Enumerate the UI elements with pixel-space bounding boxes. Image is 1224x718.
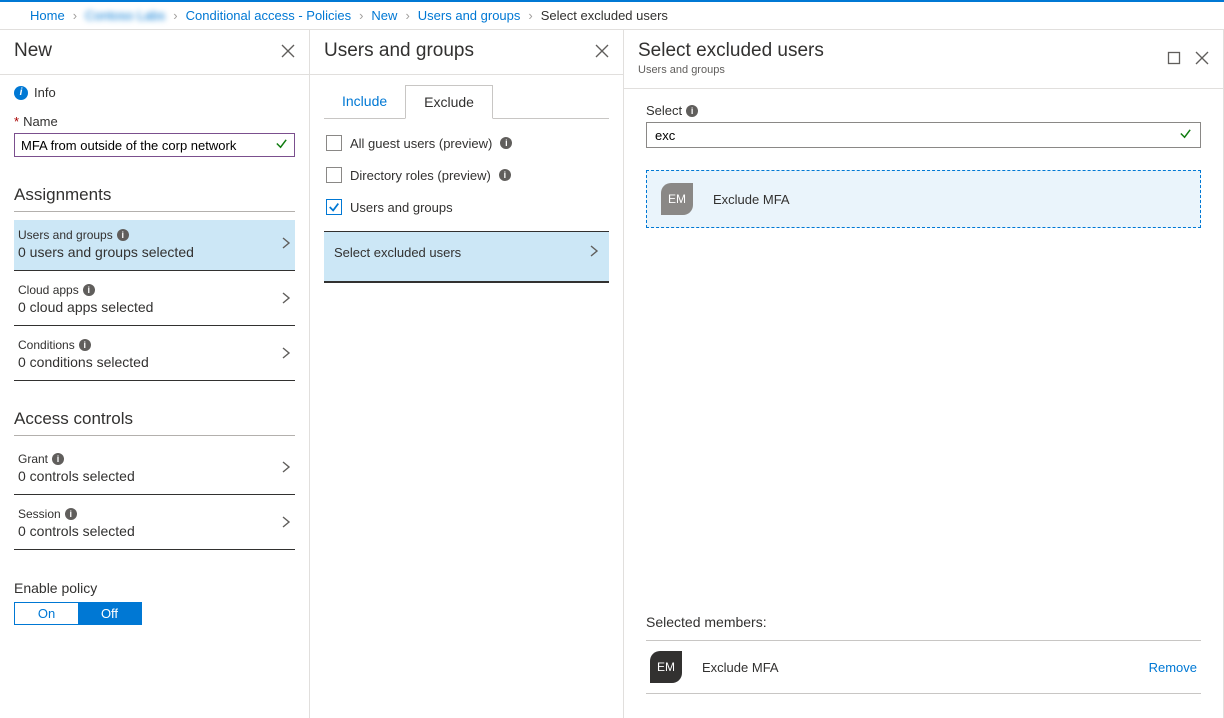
search-box[interactable] bbox=[646, 122, 1201, 148]
select-bar-label: Select excluded users bbox=[334, 245, 461, 260]
blade-users-groups: Users and groups Include Exclude All gue… bbox=[310, 30, 624, 718]
assignment-label: Cloud apps bbox=[18, 283, 79, 297]
checkbox-row-roles[interactable]: Directory roles (preview) i bbox=[324, 159, 609, 191]
tab-include[interactable]: Include bbox=[324, 85, 405, 118]
info-tooltip-icon[interactable]: i bbox=[500, 137, 512, 149]
section-access-controls: Access controls bbox=[14, 409, 295, 436]
name-label: * Name bbox=[14, 114, 295, 129]
result-name: Exclude MFA bbox=[713, 192, 790, 207]
policy-name-input[interactable] bbox=[21, 138, 275, 153]
checkbox-label: Directory roles (preview) bbox=[350, 168, 491, 183]
access-label: Grant bbox=[18, 452, 48, 466]
assignment-label: Conditions bbox=[18, 338, 75, 352]
assignment-users-groups[interactable]: Users and groups i 0 users and groups se… bbox=[14, 220, 295, 271]
checkbox-row-users-groups[interactable]: Users and groups bbox=[324, 191, 609, 223]
blade-title-select-excluded: Select excluded users bbox=[638, 40, 824, 62]
maximize-icon[interactable] bbox=[1167, 51, 1181, 65]
selected-member-row: EM Exclude MFA Remove bbox=[646, 640, 1201, 694]
chevron-right-icon bbox=[281, 515, 291, 532]
breadcrumb-org[interactable]: Contoso Labs bbox=[85, 8, 165, 23]
breadcrumb-sep: › bbox=[73, 8, 77, 23]
breadcrumb-sep: › bbox=[359, 8, 363, 23]
info-tooltip-icon[interactable]: i bbox=[686, 105, 698, 117]
breadcrumb-new[interactable]: New bbox=[371, 8, 397, 23]
tab-exclude[interactable]: Exclude bbox=[405, 85, 493, 119]
breadcrumb-users-groups[interactable]: Users and groups bbox=[418, 8, 521, 23]
blade-select-excluded: Select excluded users Users and groups S… bbox=[624, 30, 1224, 718]
breadcrumb-sep: › bbox=[173, 8, 177, 23]
toggle-off[interactable]: Off bbox=[78, 603, 141, 624]
breadcrumb-conditional-access[interactable]: Conditional access - Policies bbox=[186, 8, 351, 23]
info-tooltip-icon[interactable]: i bbox=[79, 339, 91, 351]
checkbox-label: All guest users (preview) bbox=[350, 136, 492, 151]
info-row[interactable]: i Info bbox=[14, 85, 295, 100]
info-tooltip-icon[interactable]: i bbox=[117, 229, 129, 241]
checkbox-row-guests[interactable]: All guest users (preview) i bbox=[324, 127, 609, 159]
remove-link[interactable]: Remove bbox=[1149, 660, 1197, 675]
info-tooltip-icon[interactable]: i bbox=[65, 508, 77, 520]
assignment-value: 0 conditions selected bbox=[18, 354, 149, 370]
blade-title-new: New bbox=[14, 40, 52, 62]
assignment-value: 0 cloud apps selected bbox=[18, 299, 153, 315]
toggle-on[interactable]: On bbox=[15, 603, 78, 624]
access-grant[interactable]: Grant i 0 controls selected bbox=[14, 444, 295, 495]
name-input-wrap[interactable] bbox=[14, 133, 295, 157]
required-star-icon: * bbox=[14, 114, 19, 129]
assignment-value: 0 users and groups selected bbox=[18, 244, 194, 260]
assignment-cloud-apps[interactable]: Cloud apps i 0 cloud apps selected bbox=[14, 275, 295, 326]
access-value: 0 controls selected bbox=[18, 523, 135, 539]
access-value: 0 controls selected bbox=[18, 468, 135, 484]
avatar: EM bbox=[650, 651, 682, 683]
chevron-right-icon bbox=[281, 236, 291, 253]
access-label: Session bbox=[18, 507, 61, 521]
info-icon: i bbox=[14, 86, 28, 100]
breadcrumb-sep: › bbox=[405, 8, 409, 23]
close-icon[interactable] bbox=[595, 44, 609, 58]
blade-subtitle: Users and groups bbox=[638, 64, 824, 76]
select-excluded-users-bar[interactable]: Select excluded users bbox=[324, 231, 609, 283]
section-assignments: Assignments bbox=[14, 185, 295, 212]
checkbox-label: Users and groups bbox=[350, 200, 453, 215]
info-label: Info bbox=[34, 85, 56, 100]
info-tooltip-icon[interactable]: i bbox=[52, 453, 64, 465]
selected-member-name: Exclude MFA bbox=[702, 660, 779, 675]
checkbox-icon[interactable] bbox=[326, 199, 342, 215]
breadcrumb-sep: › bbox=[528, 8, 532, 23]
chevron-right-icon bbox=[281, 291, 291, 308]
assignment-conditions[interactable]: Conditions i 0 conditions selected bbox=[14, 330, 295, 381]
check-icon bbox=[275, 137, 288, 153]
chevron-right-icon bbox=[589, 244, 599, 261]
breadcrumb: Home › Contoso Labs › Conditional access… bbox=[0, 2, 1224, 30]
assignment-label: Users and groups bbox=[18, 228, 113, 242]
close-icon[interactable] bbox=[281, 44, 295, 58]
checkbox-icon[interactable] bbox=[326, 167, 342, 183]
chevron-right-icon bbox=[281, 346, 291, 363]
blade-title-users-groups: Users and groups bbox=[324, 40, 474, 62]
search-result-item[interactable]: EM Exclude MFA bbox=[646, 170, 1201, 228]
blade-new: New i Info * Name Assignme bbox=[0, 30, 310, 718]
breadcrumb-home[interactable]: Home bbox=[30, 8, 65, 23]
search-input[interactable] bbox=[655, 128, 1179, 143]
check-icon bbox=[1179, 127, 1192, 143]
access-session[interactable]: Session i 0 controls selected bbox=[14, 499, 295, 550]
breadcrumb-current: Select excluded users bbox=[541, 8, 668, 23]
close-icon[interactable] bbox=[1195, 51, 1209, 65]
selected-members-title: Selected members: bbox=[646, 614, 1201, 630]
select-label: Select i bbox=[646, 103, 1201, 118]
avatar: EM bbox=[661, 183, 693, 215]
enable-policy-toggle[interactable]: On Off bbox=[14, 602, 142, 625]
chevron-right-icon bbox=[281, 460, 291, 477]
info-tooltip-icon[interactable]: i bbox=[83, 284, 95, 296]
checkbox-icon[interactable] bbox=[326, 135, 342, 151]
info-tooltip-icon[interactable]: i bbox=[499, 169, 511, 181]
enable-policy-label: Enable policy bbox=[14, 580, 295, 596]
